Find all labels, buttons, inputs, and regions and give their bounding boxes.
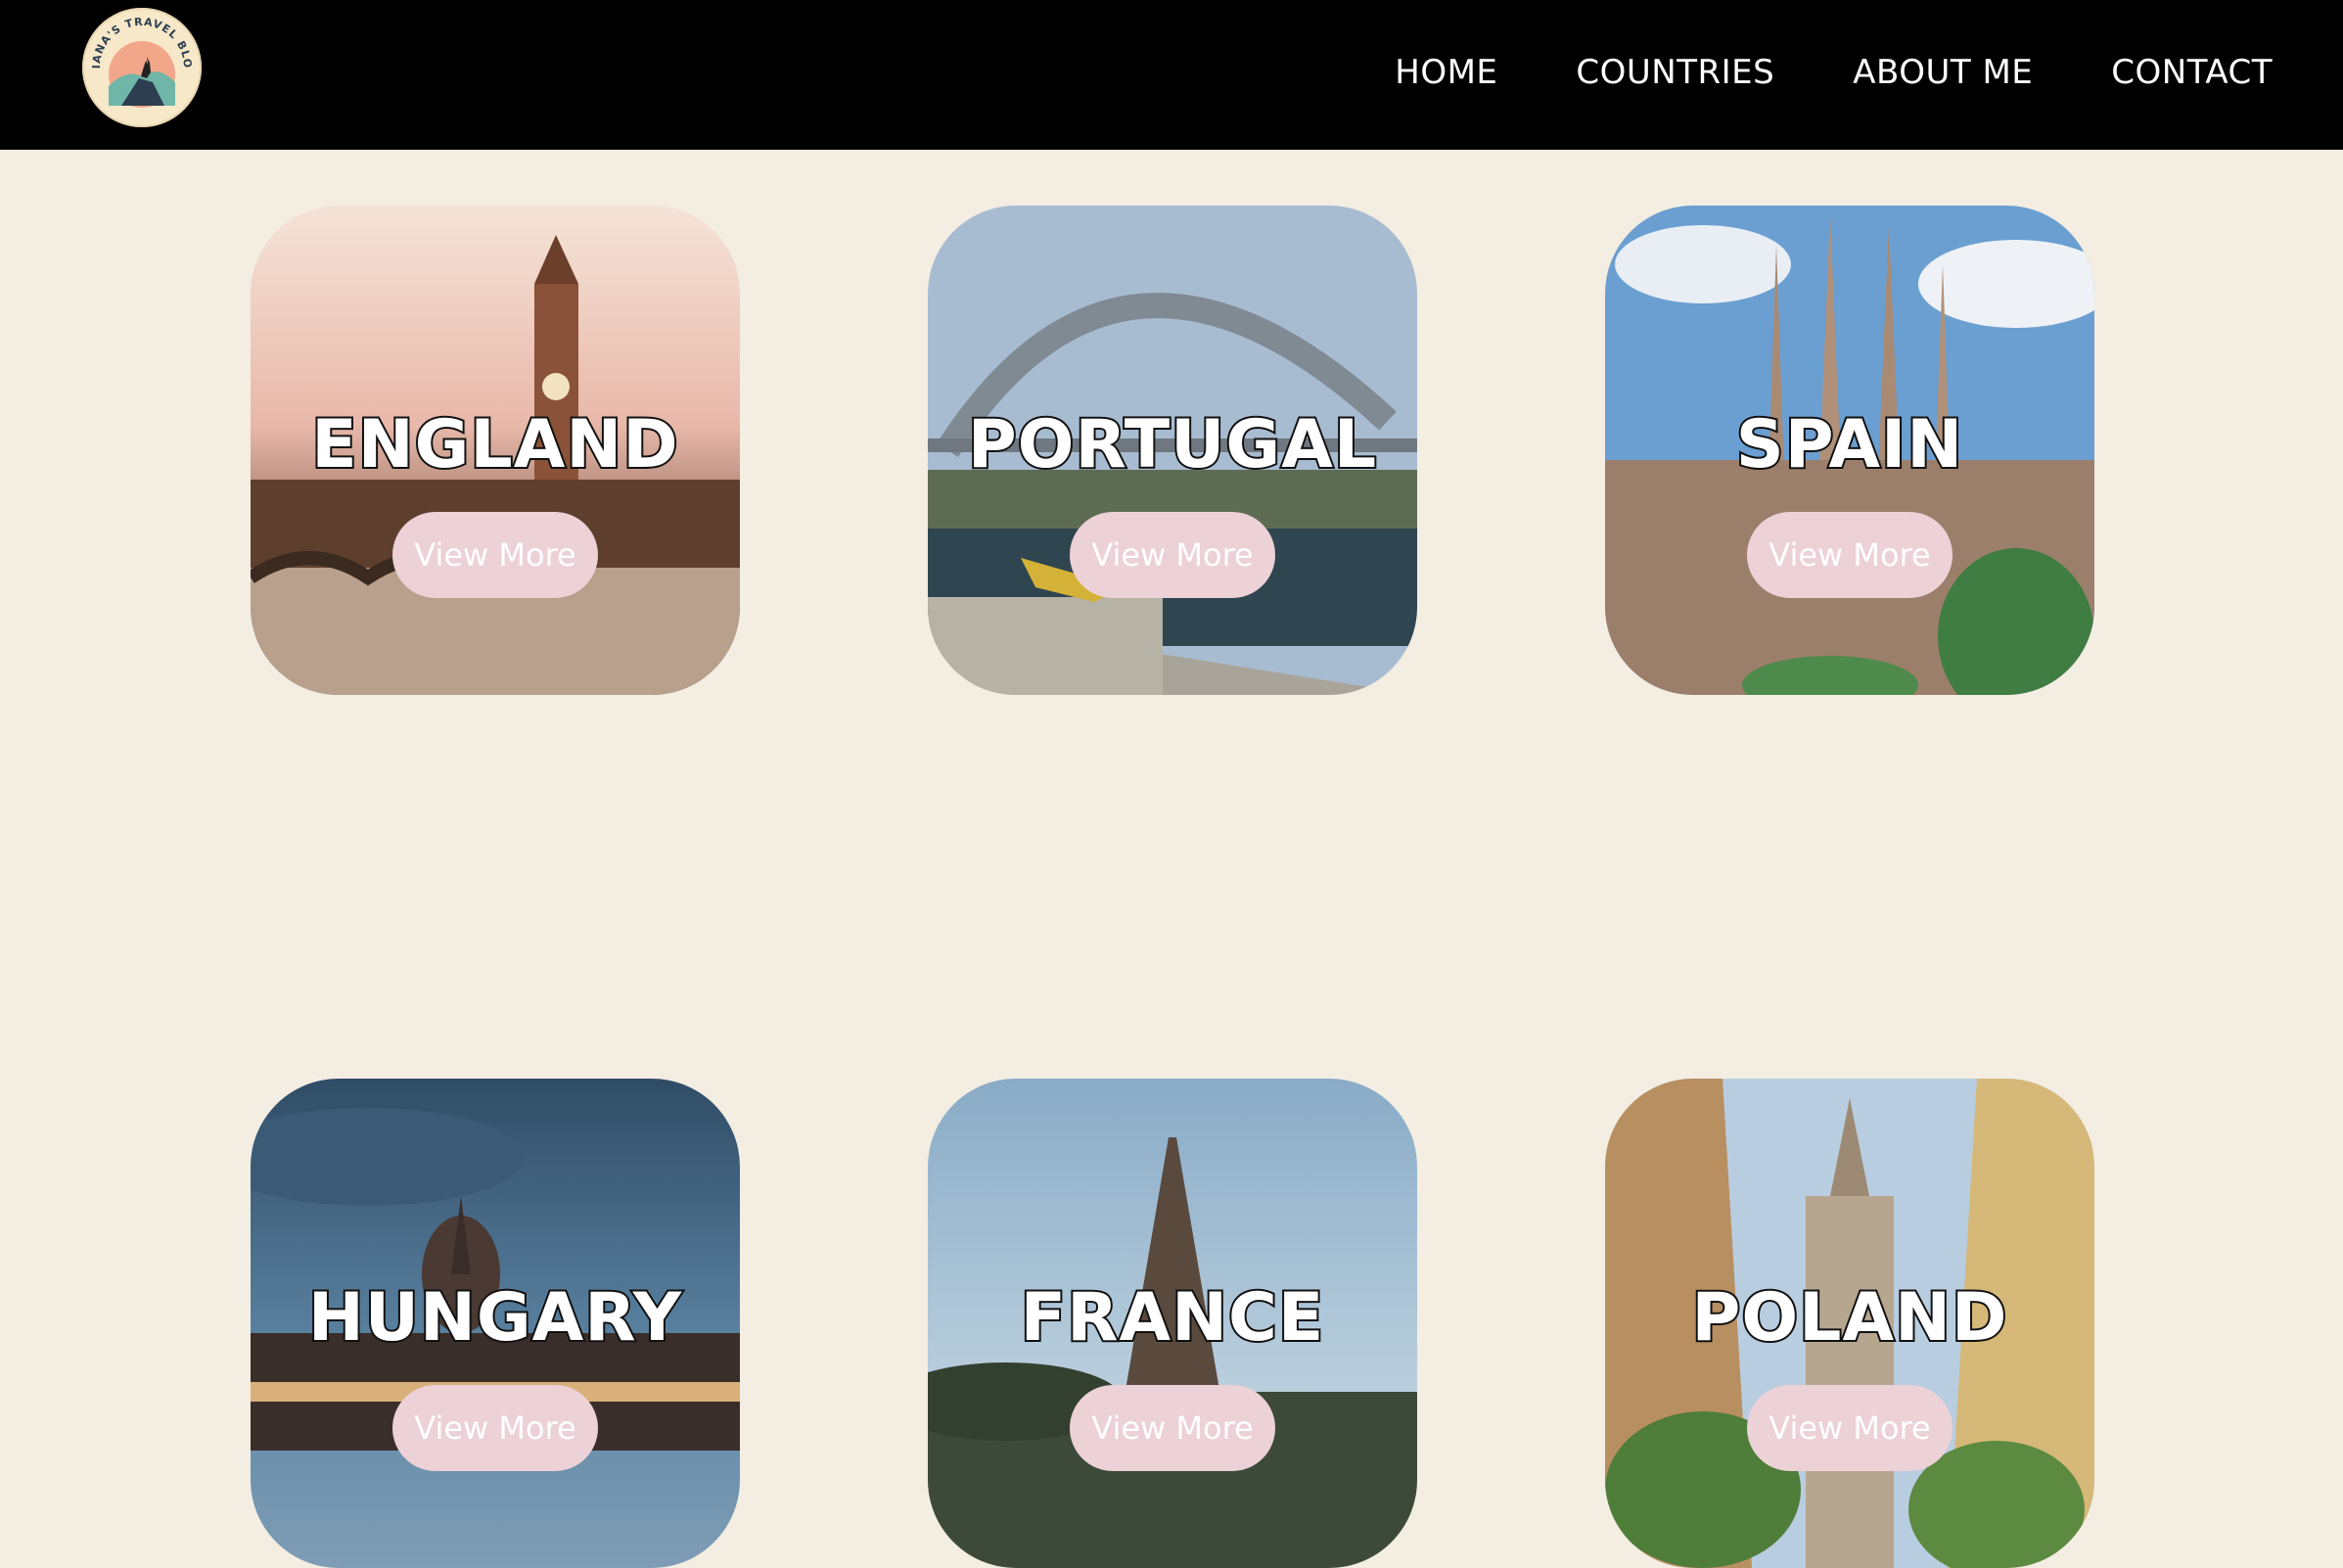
country-card-england[interactable]: ENGLAND View More — [251, 206, 740, 695]
view-more-button[interactable]: View More — [392, 512, 598, 598]
view-more-button[interactable]: View More — [1747, 512, 1952, 598]
nav-about-me[interactable]: ABOUT ME — [1853, 53, 2033, 92]
country-card-poland[interactable]: POLAND View More — [1605, 1079, 2094, 1568]
navbar: DIANA'S TRAVEL BLOG HOME COUNTRIES ABOUT… — [0, 0, 2343, 150]
view-more-button[interactable]: View More — [392, 1385, 598, 1471]
country-title: PORTUGAL — [966, 404, 1378, 485]
country-card-spain[interactable]: SPAIN View More — [1605, 206, 2094, 695]
country-title: FRANCE — [1019, 1277, 1326, 1359]
nav-contact[interactable]: CONTACT — [2111, 53, 2273, 92]
logo[interactable]: DIANA'S TRAVEL BLOG — [82, 8, 202, 127]
view-more-button[interactable]: View More — [1747, 1385, 1952, 1471]
nav-home[interactable]: HOME — [1395, 53, 1497, 92]
country-card-france[interactable]: FRANCE View More — [928, 1079, 1417, 1568]
country-card-hungary[interactable]: HUNGARY View More — [251, 1079, 740, 1568]
country-title: ENGLAND — [309, 404, 680, 485]
main-nav: HOME COUNTRIES ABOUT ME CONTACT — [1395, 0, 2273, 145]
logo-emblem-icon: DIANA'S TRAVEL BLOG — [82, 8, 199, 124]
country-title: SPAIN — [1734, 404, 1964, 485]
view-more-button[interactable]: View More — [1070, 1385, 1275, 1471]
view-more-button[interactable]: View More — [1070, 512, 1275, 598]
country-title: HUNGARY — [306, 1277, 683, 1359]
country-card-portugal[interactable]: PORTUGAL View More — [928, 206, 1417, 695]
nav-countries[interactable]: COUNTRIES — [1576, 53, 1774, 92]
country-title: POLAND — [1690, 1277, 2009, 1359]
